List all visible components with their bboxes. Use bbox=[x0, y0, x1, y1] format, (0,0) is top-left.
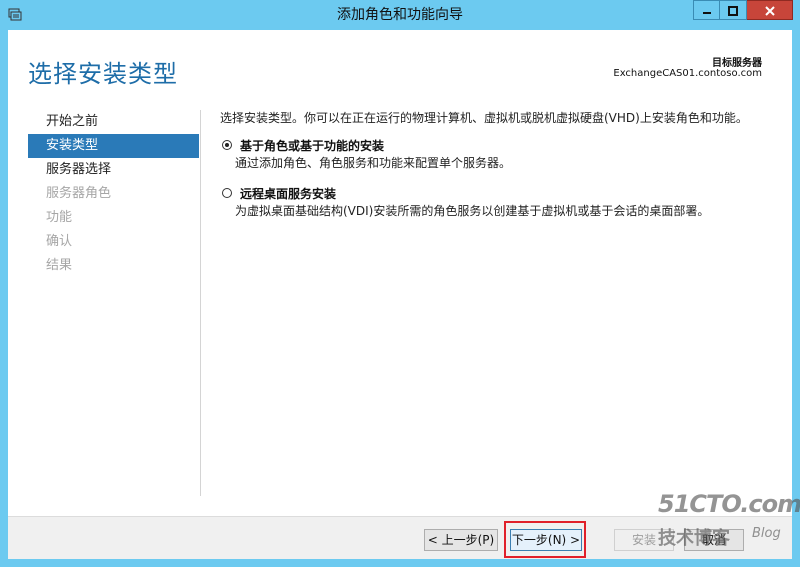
wizard-body: 选择安装类型 目标服务器 ExchangeCAS01.contoso.com 开… bbox=[8, 30, 792, 559]
radio-remote-desktop[interactable] bbox=[222, 188, 232, 198]
back-button[interactable]: < 上一步(P) bbox=[424, 529, 498, 551]
intro-text: 选择安装类型。你可以在正在运行的物理计算机、虚拟机或脱机虚拟硬盘(VHD)上安装… bbox=[220, 111, 748, 125]
watermark-blog: Blog bbox=[752, 526, 781, 541]
nav-item-server-selection[interactable]: 服务器选择 bbox=[28, 158, 199, 182]
radio-role-based[interactable] bbox=[222, 140, 232, 150]
nav-divider bbox=[200, 110, 201, 496]
window-title: 添加角色和功能向导 bbox=[337, 7, 463, 23]
minimize-button[interactable] bbox=[693, 0, 720, 20]
nav-item-results: 结果 bbox=[46, 258, 73, 273]
close-button[interactable] bbox=[747, 0, 793, 20]
radio-selected-dot bbox=[225, 143, 229, 147]
watermark-main: 51CTO.com bbox=[658, 490, 800, 518]
close-icon bbox=[764, 1, 775, 20]
wizard-window: 添加角色和功能向导 选择安装类型 目标服务器 ExchangeCAS01.con… bbox=[0, 0, 800, 567]
option-title[interactable]: 远程桌面服务安装 bbox=[240, 185, 336, 202]
option-description: 通过添加角色、角色服务和功能来配置单个服务器。 bbox=[235, 156, 512, 170]
nav-item-confirmation: 确认 bbox=[46, 234, 73, 249]
option-description: 为虚拟桌面基础结构(VDI)安装所需的角色服务以创建基于虚拟机或基于会话的桌面部… bbox=[235, 204, 710, 218]
nav-item-features: 功能 bbox=[46, 210, 73, 225]
title-bar[interactable]: 添加角色和功能向导 bbox=[0, 0, 800, 30]
watermark: 51CTO.com 技术博客 Blog bbox=[656, 490, 800, 550]
nav-item-installation-type[interactable]: 安装类型 bbox=[28, 134, 199, 158]
wizard-steps-nav: 开始之前 安装类型 服务器选择 服务器角色 功能 确认 结果 bbox=[28, 110, 199, 278]
page-title: 选择安装类型 bbox=[28, 60, 178, 88]
next-button-highlight bbox=[504, 521, 586, 558]
main-content: 选择安装类型。你可以在正在运行的物理计算机、虚拟机或脱机虚拟硬盘(VHD)上安装… bbox=[220, 110, 780, 218]
maximize-icon bbox=[728, 1, 738, 20]
destination-server-value: ExchangeCAS01.contoso.com bbox=[613, 68, 762, 79]
destination-server-label: 目标服务器 bbox=[712, 58, 762, 69]
nav-item-before-you-begin[interactable]: 开始之前 bbox=[28, 110, 199, 134]
minimize-icon bbox=[702, 1, 712, 20]
watermark-sub: 技术博客 bbox=[658, 528, 730, 549]
nav-item-server-roles: 服务器角色 bbox=[46, 186, 112, 201]
option-title[interactable]: 基于角色或基于功能的安装 bbox=[240, 137, 384, 154]
maximize-button[interactable] bbox=[720, 0, 747, 20]
